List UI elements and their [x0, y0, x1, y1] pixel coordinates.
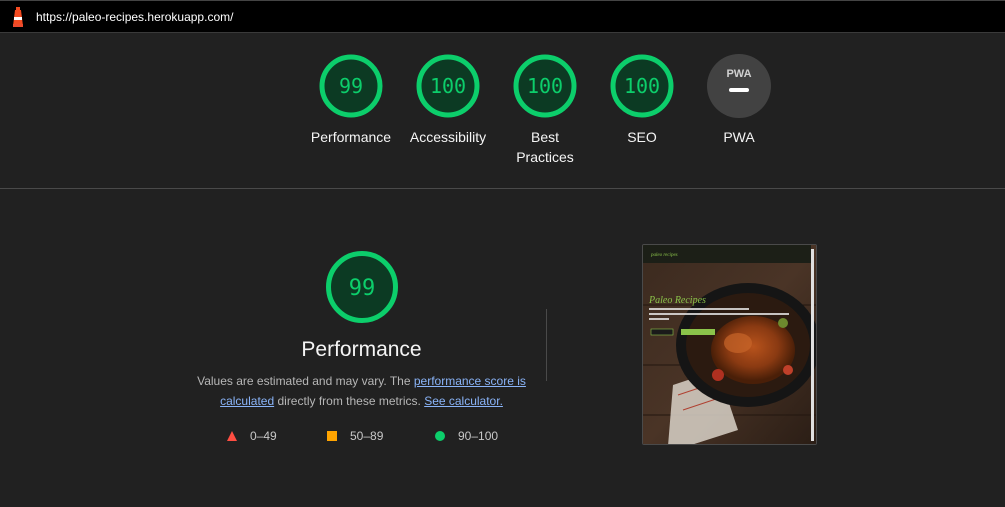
gauge-seo-score: 100 [624, 74, 660, 98]
lighthouse-icon [10, 6, 26, 27]
gauge-performance[interactable]: 99 Performance [296, 54, 406, 147]
gauge-accessibility-score: 100 [430, 74, 466, 98]
performance-section: 99 Performance Values are estimated and … [0, 189, 1005, 507]
gauge-seo-label: SEO [627, 129, 657, 145]
gauge-accessibility[interactable]: 100 Accessibility [393, 54, 503, 147]
category-gauges: 99 Performance 100 Accessibility 100 Bes… [0, 34, 1005, 189]
final-screenshot-image: paleo recipes Paleo Recipes [643, 245, 816, 444]
gauge-performance-score: 99 [339, 74, 363, 98]
gauge-best-practices-ring: 100 [513, 54, 577, 118]
legend-pass: 90–100 [435, 429, 498, 443]
report-url-link[interactable]: https://paleo-recipes.herokuapp.com/ [36, 10, 233, 24]
performance-score-large: 99 [349, 276, 376, 301]
report-topbar: https://paleo-recipes.herokuapp.com/ [0, 0, 1005, 33]
gauge-performance-ring: 99 [319, 54, 383, 118]
legend-pass-range: 90–100 [458, 429, 499, 443]
desc-text-1: Values are estimated and may vary. The [197, 374, 414, 388]
section-divider [546, 309, 547, 381]
legend-fail: 0–49 [227, 429, 277, 443]
legend-fail-range: 0–49 [250, 429, 277, 443]
gauge-best-practices-score: 100 [527, 74, 563, 98]
pwa-icon: PWA [707, 54, 771, 118]
final-screenshot[interactable]: paleo recipes Paleo Recipes [642, 244, 817, 445]
gauge-pwa[interactable]: PWA PWA [684, 54, 794, 147]
gauge-pwa-label: PWA [723, 129, 755, 145]
legend-average-range: 50–89 [350, 429, 384, 443]
svg-text:PWA: PWA [726, 68, 751, 80]
screenshot-hero-title: Paleo Recipes [648, 295, 706, 306]
screenshot-brand: paleo recipes [650, 253, 678, 258]
gauge-best-practices-label: Best Practices [516, 129, 574, 165]
performance-title: Performance [301, 338, 422, 361]
triangle-icon [227, 431, 237, 441]
gauge-seo-ring: 100 [610, 54, 674, 118]
square-icon [327, 431, 337, 441]
performance-description: Values are estimated and may vary. The p… [195, 371, 528, 411]
see-calculator-link[interactable]: See calculator. [424, 394, 503, 408]
performance-gauge-large: 99 [325, 250, 399, 329]
gauge-accessibility-ring: 100 [416, 54, 480, 118]
gauge-performance-label: Performance [310, 129, 392, 145]
legend-average: 50–89 [327, 429, 383, 443]
gauge-accessibility-label: Accessibility [409, 129, 487, 145]
circle-icon [435, 431, 445, 441]
gauge-seo[interactable]: 100 SEO [587, 54, 697, 147]
gauge-best-practices[interactable]: 100 Best Practices [490, 54, 600, 167]
desc-text-2: directly from these metrics. [274, 394, 425, 408]
